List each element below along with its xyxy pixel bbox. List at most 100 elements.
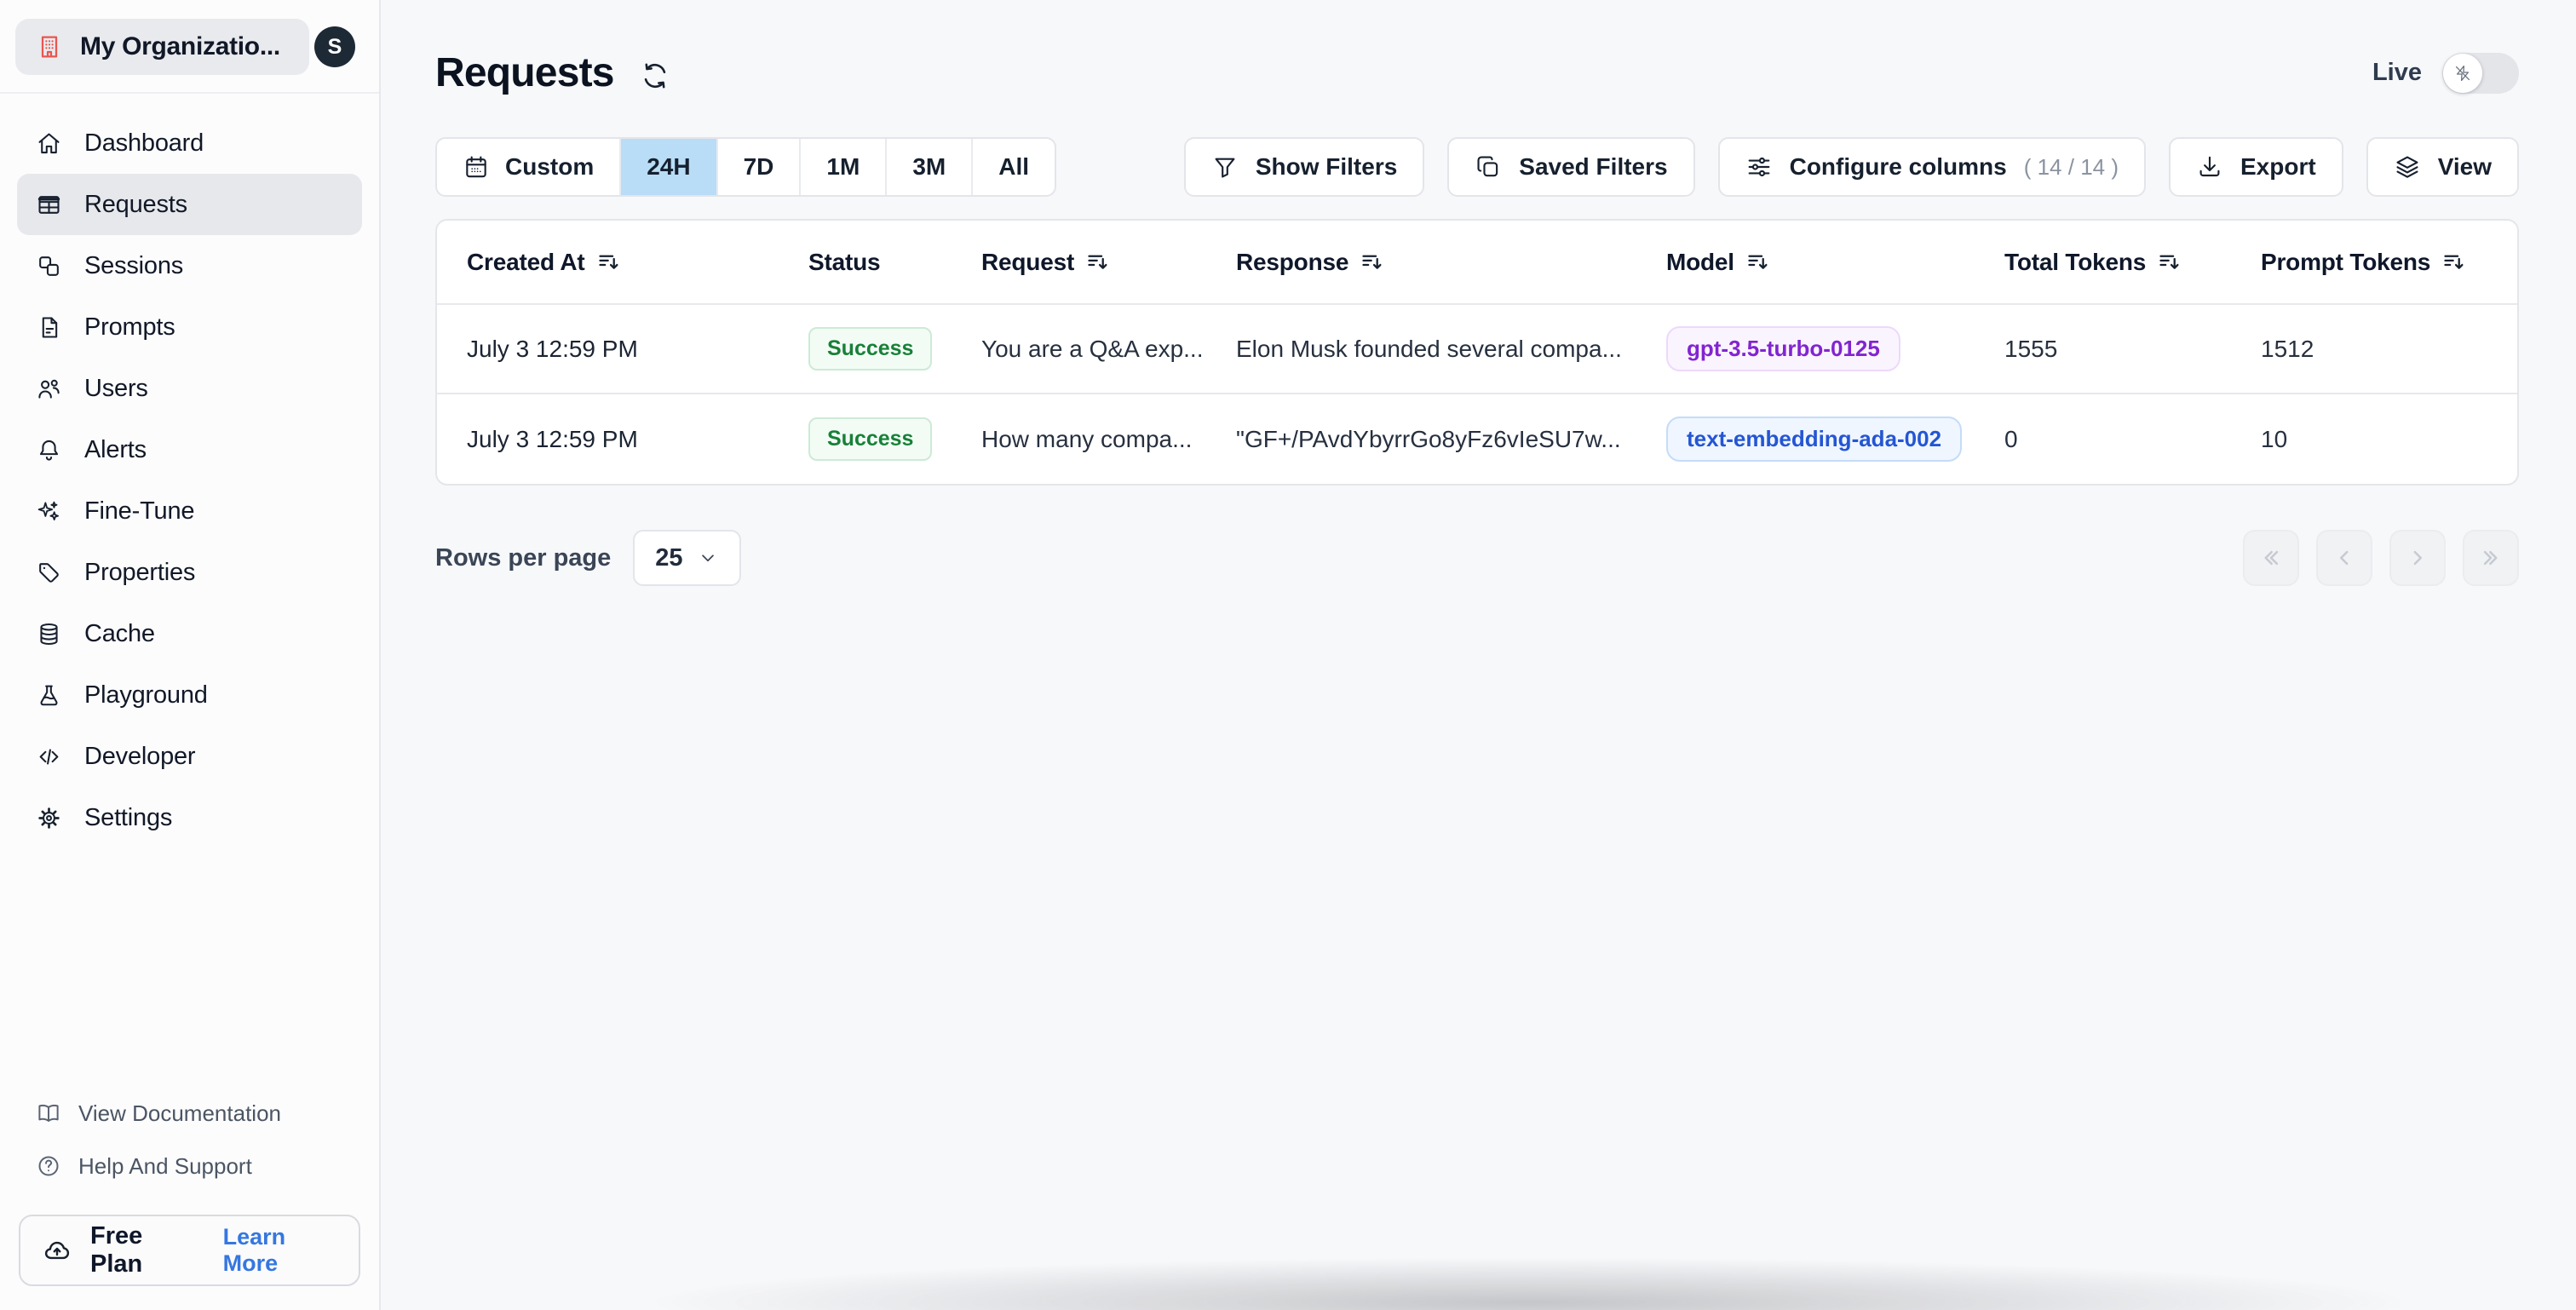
- squares-icon: [36, 253, 62, 279]
- org-switcher[interactable]: My Organizatio...: [15, 19, 309, 75]
- sidebar-item-alerts[interactable]: Alerts: [17, 419, 362, 480]
- time-range-all[interactable]: All: [973, 139, 1055, 195]
- time-range-7d[interactable]: 7D: [718, 139, 802, 195]
- learn-more-link[interactable]: Learn More: [223, 1224, 336, 1277]
- bolt-slash-icon: [2455, 65, 2470, 81]
- column-header-prompt-tokens[interactable]: Prompt Tokens: [2261, 249, 2517, 276]
- live-label: Live: [2372, 59, 2422, 86]
- columns-count: ( 14 / 14 ): [2023, 153, 2119, 180]
- configure-columns-button[interactable]: Configure columns ( 14 / 14 ): [1717, 137, 2146, 197]
- tag-icon: [36, 560, 62, 586]
- table-row[interactable]: July 3 12:59 PM Success You are a Q&A ex…: [437, 305, 2517, 394]
- time-range-1m[interactable]: 1M: [801, 139, 888, 195]
- cell-request: You are a Q&A exp...: [981, 335, 1204, 362]
- time-range-control: Custom 24H 7D 1M 3M All: [435, 137, 1056, 197]
- sidebar-item-properties[interactable]: Properties: [17, 542, 362, 603]
- sort-icon: [2442, 250, 2465, 273]
- time-range-custom[interactable]: Custom: [437, 139, 622, 195]
- sliders-icon: [1745, 153, 1773, 181]
- model-badge: gpt-3.5-turbo-0125: [1666, 326, 1900, 371]
- home-icon: [36, 130, 62, 157]
- sidebar-item-dashboard[interactable]: Dashboard: [17, 112, 362, 174]
- page-header: Requests Live: [435, 49, 2519, 96]
- column-header-created-at[interactable]: Created At: [467, 249, 808, 276]
- last-page-button[interactable]: [2463, 530, 2519, 586]
- time-range-3m[interactable]: 3M: [887, 139, 974, 195]
- plan-label: Free Plan: [90, 1222, 143, 1278]
- funnel-icon: [1211, 153, 1239, 181]
- sidebar: My Organizatio... S Dashboard Requests S…: [0, 0, 381, 1310]
- view-documentation-link[interactable]: View Documentation: [17, 1087, 362, 1140]
- main-content: Requests Live Custom 24H 7D 1M 3M All Sh…: [381, 0, 2576, 1310]
- page-buttons: [2243, 530, 2519, 586]
- cell-created-at: July 3 12:59 PM: [467, 335, 638, 362]
- table-header-row: Created At Status Request Response Model…: [437, 221, 2517, 305]
- sort-icon: [1360, 250, 1383, 273]
- org-name: My Organizatio...: [80, 32, 280, 60]
- requests-table: Created At Status Request Response Model…: [435, 219, 2519, 486]
- column-header-request[interactable]: Request: [981, 249, 1236, 276]
- sidebar-item-cache[interactable]: Cache: [17, 603, 362, 664]
- sidebar-item-requests[interactable]: Requests: [17, 174, 362, 235]
- sidebar-item-sessions[interactable]: Sessions: [17, 235, 362, 296]
- rows-per-page-select[interactable]: 25: [633, 530, 741, 586]
- column-header-model[interactable]: Model: [1666, 249, 2004, 276]
- live-toggle[interactable]: [2442, 52, 2519, 94]
- gear-icon: [36, 805, 62, 831]
- book-icon: [36, 1100, 61, 1126]
- first-page-button[interactable]: [2243, 530, 2299, 586]
- users-icon: [36, 376, 62, 402]
- copy-icon: [1475, 153, 1502, 181]
- sidebar-item-developer[interactable]: Developer: [17, 726, 362, 787]
- plan-banner[interactable]: Free Plan Learn More: [19, 1215, 360, 1286]
- table-row[interactable]: July 3 12:59 PM Success How many compa..…: [437, 394, 2517, 484]
- saved-filters-button[interactable]: Saved Filters: [1447, 137, 1695, 197]
- cell-model: gpt-3.5-turbo-0125: [1666, 326, 2004, 371]
- table-icon: [36, 192, 62, 218]
- sort-icon: [1746, 250, 1769, 273]
- sort-icon: [597, 250, 620, 273]
- cell-model: text-embedding-ada-002: [1666, 417, 2004, 462]
- show-filters-button[interactable]: Show Filters: [1183, 137, 1425, 197]
- time-range-24h[interactable]: 24H: [621, 139, 718, 195]
- user-avatar[interactable]: S: [314, 26, 355, 67]
- sidebar-item-users[interactable]: Users: [17, 358, 362, 419]
- window-shadow: [613, 1255, 2445, 1310]
- bell-icon: [36, 437, 62, 463]
- refresh-icon[interactable]: [640, 60, 670, 91]
- cell-status: Success: [808, 417, 981, 461]
- toolbar-buttons: Show Filters Saved Filters Configure col…: [1183, 137, 2519, 197]
- building-icon: [36, 33, 63, 60]
- toolbar: Custom 24H 7D 1M 3M All Show Filters Sav…: [435, 137, 2519, 197]
- previous-page-button[interactable]: [2316, 530, 2372, 586]
- live-control: Live: [2372, 52, 2519, 94]
- sidebar-item-playground[interactable]: Playground: [17, 664, 362, 726]
- view-button[interactable]: View: [2366, 137, 2519, 197]
- help-support-link[interactable]: Help And Support: [17, 1140, 362, 1192]
- column-header-status[interactable]: Status: [808, 249, 981, 276]
- sidebar-item-fine-tune[interactable]: Fine-Tune: [17, 480, 362, 542]
- column-header-total-tokens[interactable]: Total Tokens: [2004, 249, 2261, 276]
- next-page-button[interactable]: [2389, 530, 2446, 586]
- database-icon: [36, 621, 62, 647]
- sidebar-footer: View Documentation Help And Support Free…: [0, 1087, 379, 1310]
- cloud-upload-icon: [43, 1236, 72, 1265]
- export-button[interactable]: Export: [2169, 137, 2343, 197]
- pagination: Rows per page 25: [435, 530, 2519, 586]
- beaker-icon: [36, 682, 62, 709]
- code-icon: [36, 744, 62, 770]
- sidebar-item-settings[interactable]: Settings: [17, 787, 362, 848]
- model-badge: text-embedding-ada-002: [1666, 417, 1963, 462]
- live-toggle-knob: [2443, 53, 2482, 93]
- cell-prompt-tokens: 1512: [2261, 335, 2314, 362]
- sparkles-icon: [36, 498, 62, 525]
- download-icon: [2196, 153, 2223, 181]
- sidebar-item-prompts[interactable]: Prompts: [17, 296, 362, 358]
- column-header-response[interactable]: Response: [1236, 249, 1666, 276]
- page-title: Requests: [435, 50, 614, 95]
- document-icon: [36, 314, 62, 341]
- cell-status: Success: [808, 327, 981, 371]
- question-icon: [36, 1153, 61, 1179]
- rows-per-page-label: Rows per page: [435, 543, 612, 572]
